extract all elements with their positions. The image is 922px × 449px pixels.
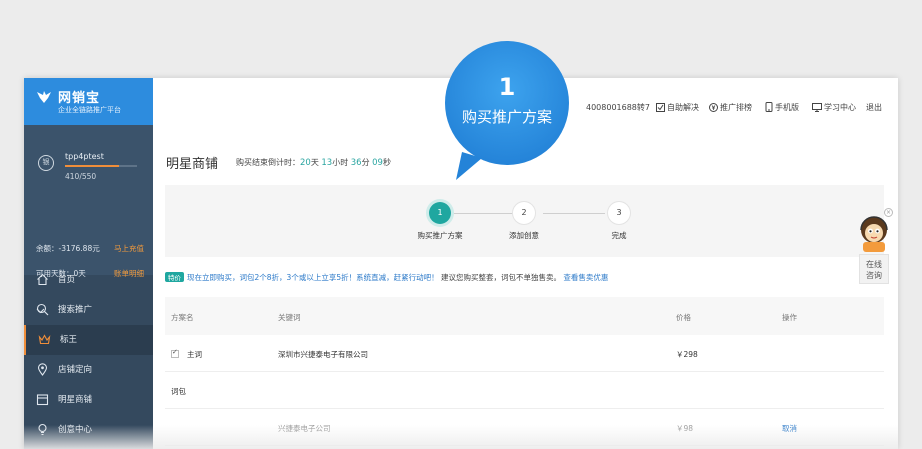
special-offer-badge: 特价 xyxy=(165,272,184,282)
user-score: 410/550 xyxy=(65,172,97,181)
countdown-minutes: 36 xyxy=(350,158,362,168)
countdown-days-unit: 天 xyxy=(310,158,319,167)
balance-label: 余额：-3176.88元 xyxy=(36,244,100,253)
header-plan-name: 方案名 xyxy=(171,313,194,322)
online-consult-widget[interactable]: × 在线 咨询 xyxy=(857,208,893,286)
step-1: 1 购买推广方案 xyxy=(400,202,480,241)
ranking-label: 推广排榜 xyxy=(720,103,752,112)
step-progress: 1 购买推广方案 2 添加创意 3 完成 xyxy=(165,185,884,257)
step-label: 完成 xyxy=(611,231,627,240)
sidebar-item-label: 标王 xyxy=(60,335,78,345)
monitor-icon xyxy=(812,103,822,112)
main-price: ￥298 xyxy=(676,350,698,359)
online-consult-line2: 咨询 xyxy=(866,271,882,280)
main-word-label: 主词 xyxy=(187,350,202,359)
sidebar-item-label: 搜索推广 xyxy=(58,305,93,315)
crown-icon xyxy=(38,334,51,345)
home-icon xyxy=(37,273,48,286)
header-keyword: 关键词 xyxy=(278,313,301,322)
sidebar: 网销宝 企业全链路推广平台 银 tpp4ptest 410/550 余额：-31… xyxy=(24,78,153,449)
step-callout-bubble: 1 购买推广方案 xyxy=(442,40,586,184)
close-icon[interactable]: × xyxy=(884,208,893,217)
main-word-cell: 主词 xyxy=(171,348,202,360)
step-3: 3 完成 xyxy=(579,202,659,241)
bulb-icon xyxy=(38,423,47,436)
brand-subtitle: 企业全链路推广平台 xyxy=(58,106,121,114)
table-row: 主词 深圳市兴捷泰电子有限公司 ￥298 xyxy=(165,335,884,372)
plan-table: 方案名 关键词 价格 操作 主词 深圳市兴捷泰电子有限公司 ￥298 词包 兴捷… xyxy=(165,297,884,446)
sidebar-item-label: 创意中心 xyxy=(58,425,93,435)
countdown: 购买结束倒计时：20天 13小时 36分 09秒 xyxy=(236,157,391,168)
online-consult-line1: 在线 xyxy=(866,260,882,269)
mobile-label: 手机版 xyxy=(775,103,799,112)
sidebar-item-label: 首页 xyxy=(58,275,76,285)
countdown-label: 购买结束倒计时： xyxy=(236,158,300,167)
mobile-link[interactable]: 手机版 xyxy=(765,102,799,113)
sidebar-item-search-promo[interactable]: 搜索推广 xyxy=(24,295,153,325)
sidebar-item-star-store[interactable]: 明星商铺 xyxy=(24,385,153,415)
sidebar-item-label: 店铺定向 xyxy=(58,365,93,375)
sidebar-item-label: 明星商铺 xyxy=(58,395,93,405)
learning-center-link[interactable]: 学习中心 xyxy=(812,102,856,113)
sidebar-nav: 首页 搜索推广 标王 店铺定向 明星商铺 创意中心 xyxy=(24,265,153,445)
table-row: 词包 xyxy=(165,372,884,409)
sidebar-item-creative-center[interactable]: 创意中心 xyxy=(24,415,153,445)
word-pack-label: 词包 xyxy=(171,387,186,396)
user-progress-fill xyxy=(65,165,119,167)
main-keyword: 深圳市兴捷泰电子有限公司 xyxy=(278,350,368,359)
learning-center-label: 学习中心 xyxy=(824,103,856,112)
cancel-link[interactable]: 取消 xyxy=(782,423,797,434)
step-label: 添加创意 xyxy=(509,231,539,240)
phone-icon xyxy=(765,102,773,112)
header-action: 操作 xyxy=(782,313,797,322)
online-consult-box[interactable]: 在线 咨询 xyxy=(859,254,889,284)
hotline-text: 4008001688转7 xyxy=(586,103,650,112)
step-number: 1 xyxy=(429,202,451,224)
brand-name: 网销宝 xyxy=(58,91,101,106)
page-title: 明星商铺 xyxy=(166,157,219,172)
self-help-link[interactable]: 自助解决 xyxy=(656,102,699,113)
ranking-link[interactable]: 推广排榜 xyxy=(709,102,752,113)
self-help-label: 自助解决 xyxy=(667,103,699,112)
wing-logo-icon xyxy=(37,91,51,103)
countdown-hours-unit: 小时 xyxy=(332,158,349,167)
countdown-days: 20 xyxy=(300,158,311,168)
chevron-down-icon[interactable] xyxy=(36,306,45,315)
promo-note: 建议您购买整套，词包不单独售卖。 xyxy=(440,273,561,282)
main-word-checkbox[interactable] xyxy=(171,348,179,358)
countdown-seconds-unit: 秒 xyxy=(382,158,391,167)
recharge-link[interactable]: 马上充值 xyxy=(114,243,144,254)
sidebar-item-home[interactable]: 首页 xyxy=(24,265,153,295)
table-row: 兴捷泰电子公司 ￥98 取消 xyxy=(165,409,884,446)
step-number: 2 xyxy=(513,202,535,224)
promo-text[interactable]: 现在立即购买，词包2个8折，3个或以上立享5折！系统直减，赶紧行动吧！ xyxy=(187,273,439,282)
bubble-text: 购买推广方案 xyxy=(461,108,552,126)
table-header: 方案名 关键词 价格 操作 xyxy=(165,297,884,335)
promo-banner: 特价 现在立即购买，词包2个8折，3个或以上立享5折！系统直减，赶紧行动吧！ 建议… xyxy=(165,272,608,283)
user-name: tpp4ptest xyxy=(65,152,104,161)
view-offers-link[interactable]: 查看售卖优惠 xyxy=(563,273,608,282)
step-number: 3 xyxy=(608,202,630,224)
pack-price: ￥98 xyxy=(676,424,694,433)
brand[interactable]: 网销宝 企业全链路推广平台 xyxy=(24,78,153,125)
pack-keyword: 兴捷泰电子公司 xyxy=(278,424,331,433)
countdown-hours: 13 xyxy=(321,158,333,168)
user-panel: 银 tpp4ptest 410/550 余额：-3176.88元 马上充值 可用… xyxy=(24,125,153,278)
countdown-seconds: 09 xyxy=(372,158,383,168)
location-icon xyxy=(37,363,48,376)
step-2: 2 添加创意 xyxy=(484,202,564,241)
medal-icon: 银 xyxy=(38,155,54,171)
store-icon xyxy=(36,394,49,406)
checkbox-icon xyxy=(656,103,665,112)
sidebar-item-store-targeting[interactable]: 店铺定向 xyxy=(24,355,153,385)
step-label: 购买推广方案 xyxy=(417,231,463,240)
sidebar-item-biaowang[interactable]: 标王 xyxy=(24,325,153,355)
countdown-minutes-unit: 分 xyxy=(361,158,370,167)
yen-circle-icon xyxy=(709,103,718,112)
user-progress-bar xyxy=(65,165,137,167)
header-price: 价格 xyxy=(676,313,691,322)
bubble-number: 1 xyxy=(498,73,516,101)
logout-link[interactable]: 退出 xyxy=(866,102,882,113)
